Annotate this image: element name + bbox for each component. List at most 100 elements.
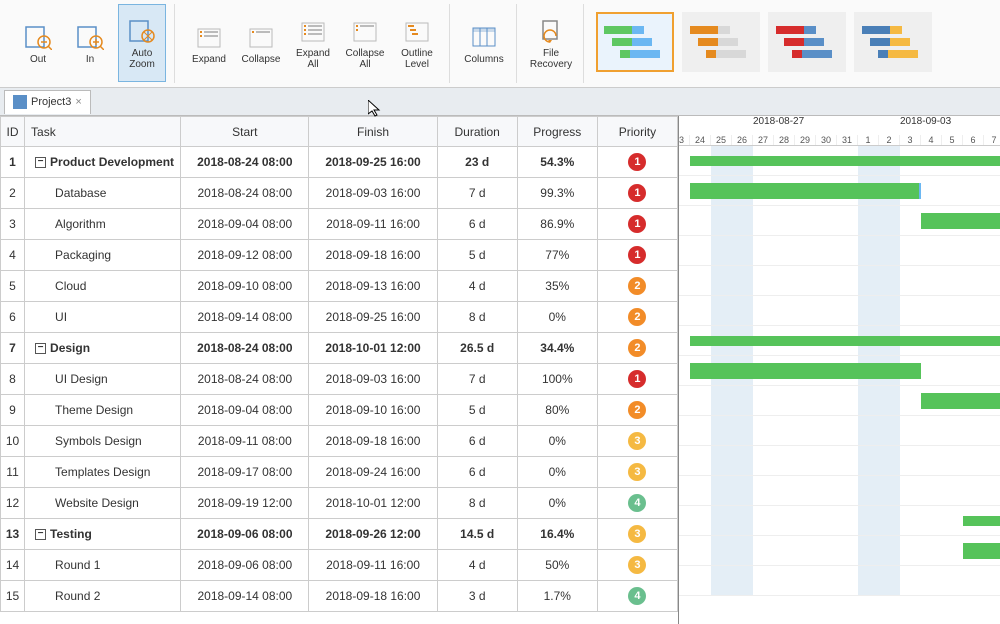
cell-task[interactable]: Algorithm [25,209,181,240]
cell-finish[interactable]: 2018-09-18 16:00 [309,426,437,457]
cell-progress[interactable]: 0% [517,488,597,519]
expand-button[interactable]: Expand [185,4,233,82]
cell-start[interactable]: 2018-09-06 08:00 [181,519,309,550]
tab-close-icon[interactable]: × [75,96,81,108]
cell-start[interactable]: 2018-09-04 08:00 [181,209,309,240]
table-row[interactable]: 12Website Design2018-09-19 12:002018-10-… [1,488,678,519]
cell-priority[interactable]: 2 [597,333,677,364]
cell-progress[interactable]: 50% [517,550,597,581]
cell-finish[interactable]: 2018-09-11 16:00 [309,550,437,581]
cell-duration[interactable]: 6 d [437,209,517,240]
cell-task[interactable]: Templates Design [25,457,181,488]
task-bar[interactable] [921,213,1000,229]
gantt-chart[interactable]: 2018-08-27 2018-09-03 232425262728293031… [679,116,1000,624]
gantt-style-4[interactable] [854,12,932,72]
summary-bar[interactable] [690,336,1000,346]
cell-duration[interactable]: 3 d [437,581,517,612]
cell-task[interactable]: Cloud [25,271,181,302]
cell-start[interactable]: 2018-09-11 08:00 [181,426,309,457]
gantt-style-2[interactable] [682,12,760,72]
cell-duration[interactable]: 5 d [437,395,517,426]
cell-priority[interactable]: 2 [597,271,677,302]
file-recovery-button[interactable]: File Recovery [527,4,575,82]
cell-duration[interactable]: 7 d [437,364,517,395]
cell-finish[interactable]: 2018-09-10 16:00 [309,395,437,426]
cell-priority[interactable]: 1 [597,209,677,240]
cell-finish[interactable]: 2018-09-18 16:00 [309,240,437,271]
cell-finish[interactable]: 2018-10-01 12:00 [309,488,437,519]
cell-finish[interactable]: 2018-10-01 12:00 [309,333,437,364]
cell-finish[interactable]: 2018-09-18 16:00 [309,581,437,612]
gantt-style-3[interactable] [768,12,846,72]
col-header-finish[interactable]: Finish [309,117,437,147]
cell-finish[interactable]: 2018-09-26 12:00 [309,519,437,550]
cell-duration[interactable]: 23 d [437,147,517,178]
cell-task[interactable]: Symbols Design [25,426,181,457]
cell-finish[interactable]: 2018-09-13 16:00 [309,271,437,302]
cell-start[interactable]: 2018-08-24 08:00 [181,147,309,178]
cell-task[interactable]: Database [25,178,181,209]
cell-progress[interactable]: 80% [517,395,597,426]
cell-progress[interactable]: 54.3% [517,147,597,178]
col-header-progress[interactable]: Progress [517,117,597,147]
col-header-duration[interactable]: Duration [437,117,517,147]
cell-task[interactable]: Packaging [25,240,181,271]
cell-priority[interactable]: 1 [597,240,677,271]
table-row[interactable]: 5Cloud2018-09-10 08:002018-09-13 16:004 … [1,271,678,302]
collapse-icon[interactable]: − [35,157,46,168]
cell-progress[interactable]: 35% [517,271,597,302]
zoom-out-button[interactable]: Out [14,4,62,82]
cell-start[interactable]: 2018-09-10 08:00 [181,271,309,302]
table-row[interactable]: 11Templates Design2018-09-17 08:002018-0… [1,457,678,488]
cell-duration[interactable]: 4 d [437,550,517,581]
cell-progress[interactable]: 0% [517,426,597,457]
cell-progress[interactable]: 0% [517,302,597,333]
cell-task[interactable]: Theme Design [25,395,181,426]
cell-start[interactable]: 2018-08-24 08:00 [181,333,309,364]
collapse-icon[interactable]: − [35,529,46,540]
cell-duration[interactable]: 26.5 d [437,333,517,364]
cell-task[interactable]: UI [25,302,181,333]
cell-progress[interactable]: 0% [517,457,597,488]
cell-start[interactable]: 2018-08-24 08:00 [181,364,309,395]
cell-progress[interactable]: 16.4% [517,519,597,550]
columns-button[interactable]: Columns [460,4,508,82]
task-bar[interactable] [690,363,921,379]
expand-all-button[interactable]: Expand All [289,4,337,82]
cell-progress[interactable]: 34.4% [517,333,597,364]
col-header-id[interactable]: ID [1,117,25,147]
cell-progress[interactable]: 100% [517,364,597,395]
cell-priority[interactable]: 4 [597,488,677,519]
cell-duration[interactable]: 4 d [437,271,517,302]
table-row[interactable]: 8UI Design2018-08-24 08:002018-09-03 16:… [1,364,678,395]
cell-task[interactable]: Round 1 [25,550,181,581]
cell-finish[interactable]: 2018-09-11 16:00 [309,209,437,240]
cell-priority[interactable]: 1 [597,147,677,178]
cell-finish[interactable]: 2018-09-24 16:00 [309,457,437,488]
task-bar[interactable] [963,543,1000,559]
collapse-all-button[interactable]: Collapse All [341,4,389,82]
cell-progress[interactable]: 77% [517,240,597,271]
cell-priority[interactable]: 2 [597,302,677,333]
cell-priority[interactable]: 4 [597,581,677,612]
cell-priority[interactable]: 1 [597,364,677,395]
table-row[interactable]: 9Theme Design2018-09-04 08:002018-09-10 … [1,395,678,426]
table-row[interactable]: 7−Design2018-08-24 08:002018-10-01 12:00… [1,333,678,364]
outline-level-button[interactable]: Outline Level [393,4,441,82]
document-tab[interactable]: Project3 × [4,90,91,114]
cell-finish[interactable]: 2018-09-25 16:00 [309,302,437,333]
summary-bar[interactable] [963,516,1000,526]
table-row[interactable]: 15Round 22018-09-14 08:002018-09-18 16:0… [1,581,678,612]
cell-start[interactable]: 2018-09-17 08:00 [181,457,309,488]
zoom-in-button[interactable]: In [66,4,114,82]
cell-duration[interactable]: 6 d [437,457,517,488]
table-row[interactable]: 1−Product Development2018-08-24 08:00201… [1,147,678,178]
collapse-button[interactable]: Collapse [237,4,285,82]
cell-task[interactable]: −Product Development [25,147,181,178]
cell-priority[interactable]: 1 [597,178,677,209]
collapse-icon[interactable]: − [35,343,46,354]
cell-priority[interactable]: 3 [597,426,677,457]
cell-task[interactable]: Round 2 [25,581,181,612]
table-row[interactable]: 4Packaging2018-09-12 08:002018-09-18 16:… [1,240,678,271]
table-row[interactable]: 3Algorithm2018-09-04 08:002018-09-11 16:… [1,209,678,240]
